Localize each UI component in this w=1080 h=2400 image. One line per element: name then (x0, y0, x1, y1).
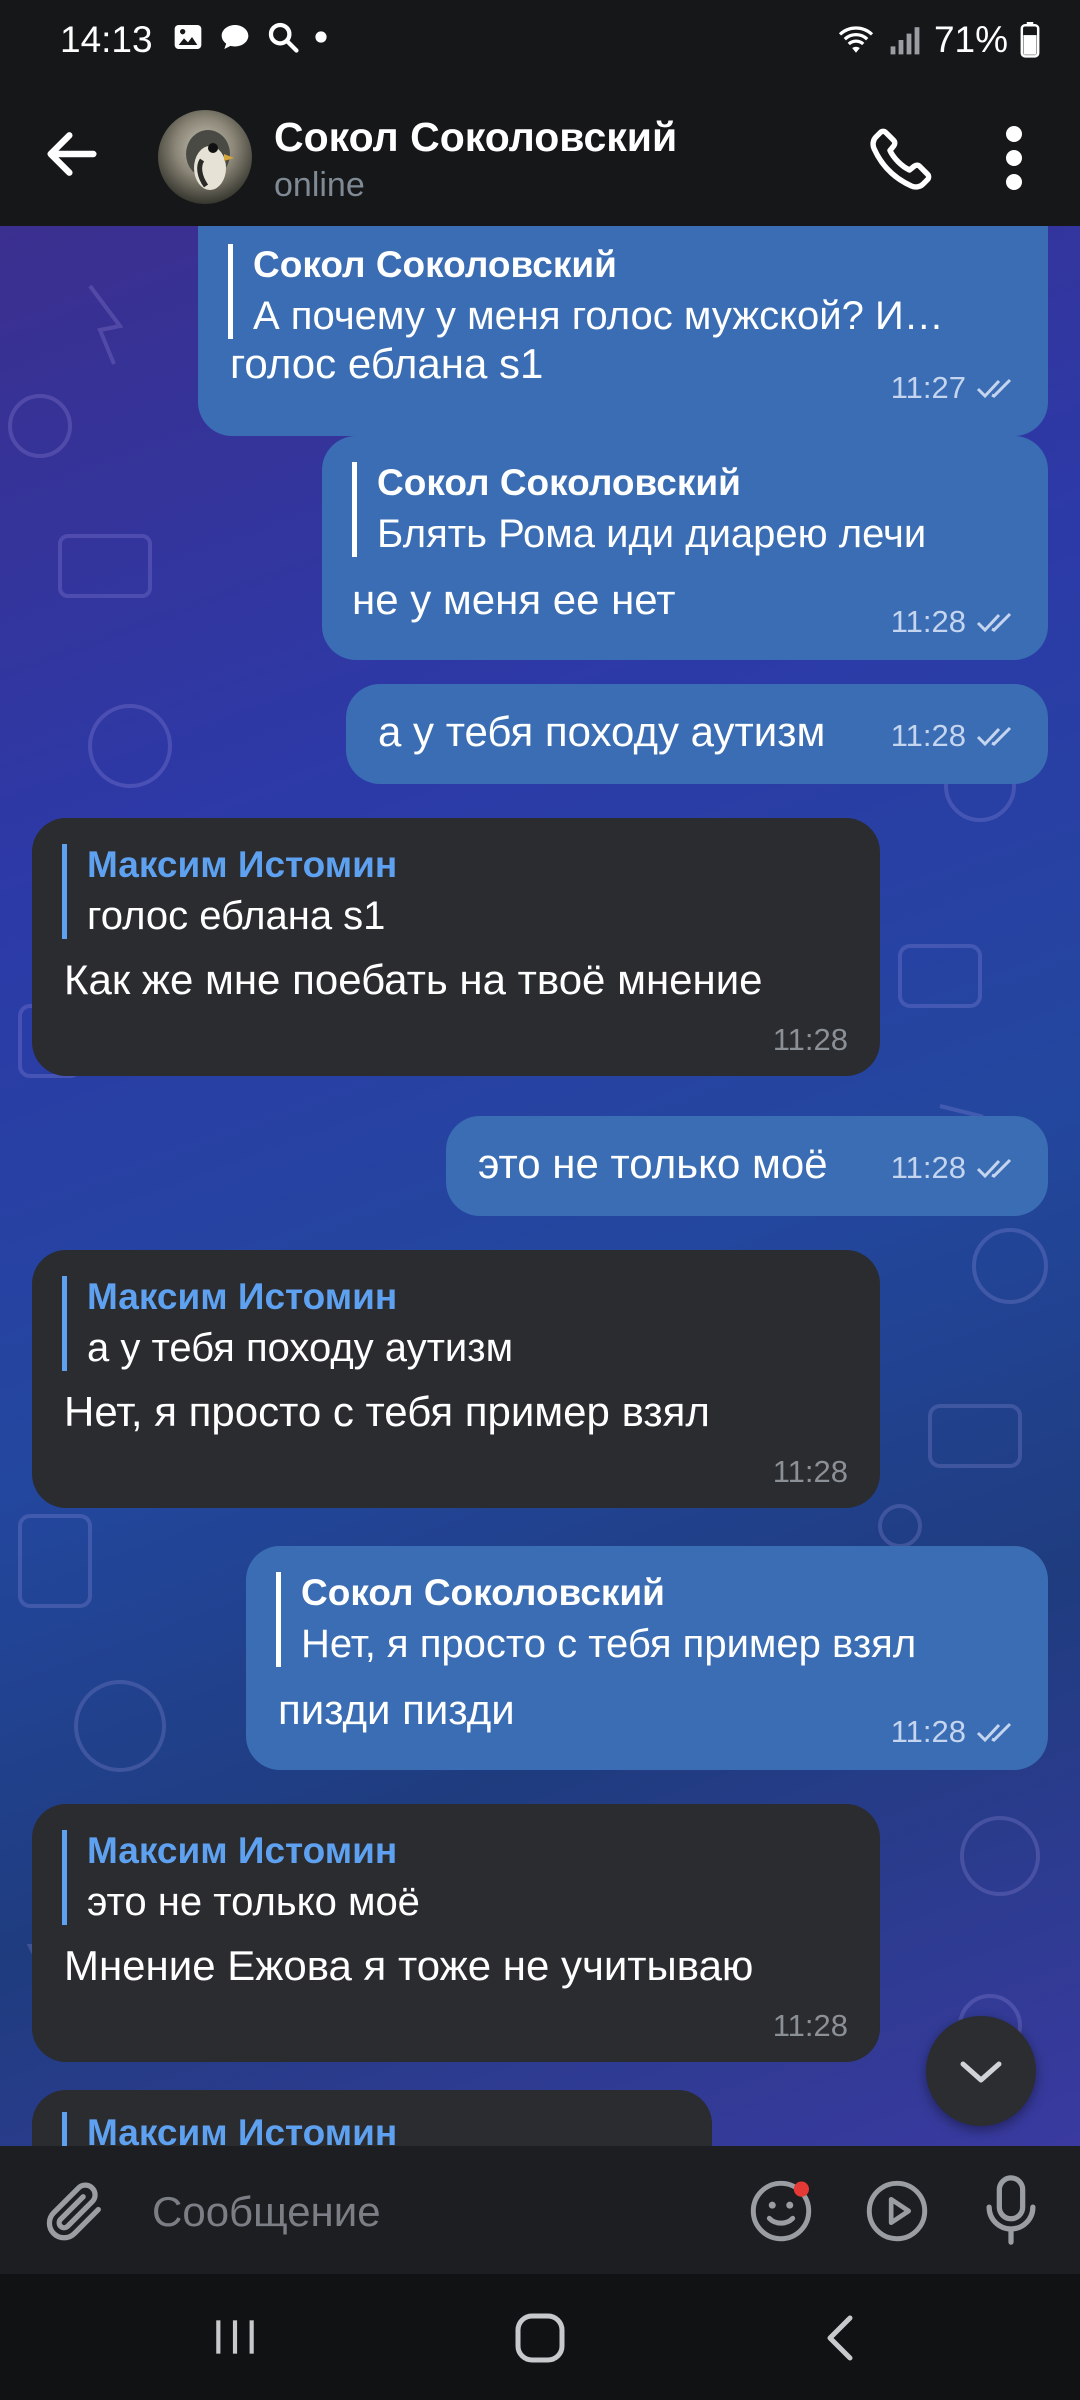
message-time: 11:28 (772, 1022, 848, 1057)
reply-quote[interactable]: Сокол Соколовский А почему у меня голос … (228, 244, 944, 339)
reply-quote[interactable]: Сокол Соколовский Блять Рома иди диарею … (352, 462, 926, 557)
reply-author: Максим Истомин (87, 844, 398, 885)
message-text: это не только моё (478, 1140, 828, 1187)
message-text: Мнение Ежова я тоже не учитываю (64, 1942, 754, 1989)
message-input[interactable] (150, 2176, 714, 2248)
signal-icon (890, 27, 920, 55)
message-input-bar (0, 2146, 1080, 2274)
reply-author: Максим Истомин (87, 2112, 398, 2146)
reply-quote[interactable]: Максим Истомин это не только моё (62, 1830, 420, 1925)
reply-text: Блять Рома иди диарею лечи (377, 512, 927, 556)
chevron-down-icon (960, 2061, 1002, 2083)
nav-back-icon[interactable] (818, 2310, 862, 2366)
message-bubble-incoming[interactable]: Максим Истомин голос еблана s1 Как же мн… (32, 818, 880, 1076)
message-time: 11:27 (890, 370, 966, 405)
message-time: 11:28 (890, 604, 966, 639)
reply-text: Нет, я просто с тебя пример взял (301, 1622, 917, 1666)
message-bubble-outgoing[interactable]: это не только моё 11:28 (446, 1116, 1048, 1216)
microphone-icon[interactable] (976, 2172, 1046, 2248)
double-check-icon (976, 726, 1012, 747)
chat-area[interactable]: Сокол Соколовский А почему у меня голос … (0, 226, 1080, 2146)
reply-text: а у тебя походу аутизм (87, 1326, 514, 1370)
message-time: 11:28 (772, 1454, 848, 1489)
message-text: не у меня ее нет (352, 576, 676, 623)
reply-quote[interactable]: Максим Истомин голос еблана s1 (62, 844, 397, 939)
double-check-icon (976, 612, 1012, 633)
home-icon[interactable] (510, 2310, 570, 2366)
message-text: а у тебя походу аутизм (378, 708, 826, 755)
message-time: 11:28 (890, 718, 966, 753)
scroll-down-button[interactable] (926, 2016, 1036, 2126)
chat-header: Сокол Соколовский online (0, 80, 1080, 226)
reply-text: А почему у меня голос мужской? И… (253, 294, 944, 338)
message-meta: 11:28 (773, 1454, 848, 1490)
reply-text: голос еблана s1 (87, 894, 386, 938)
sticker-emoji-icon (750, 2180, 812, 2242)
message-time: 11:28 (890, 1150, 966, 1185)
message-meta: 11:28 (891, 718, 1016, 754)
reply-quote[interactable]: Максим Истомин (62, 2112, 397, 2146)
paperclip-icon[interactable] (40, 2176, 110, 2246)
message-meta: 11:28 (773, 1022, 848, 1058)
reply-quote[interactable]: Сокол Соколовский Нет, я просто с тебя п… (276, 1572, 916, 1667)
message-text: пизди пизди (278, 1686, 515, 1733)
message-bubble-outgoing[interactable]: Сокол Соколовский А почему у меня голос … (198, 226, 1048, 436)
double-check-icon (976, 1158, 1012, 1179)
status-system-icons: 71% (836, 19, 1040, 61)
message-meta: 11:28 (891, 1150, 1016, 1186)
reply-author: Сокол Соколовский (377, 462, 741, 503)
message-bubble-incoming[interactable]: Максим Истомин (32, 2090, 712, 2146)
reply-quote[interactable]: Максим Истомин а у тебя походу аутизм (62, 1276, 513, 1371)
message-meta: 11:28 (891, 1714, 1016, 1750)
message-bubble-incoming[interactable]: Максим Истомин а у тебя походу аутизм Не… (32, 1250, 880, 1508)
chat-status: online (274, 166, 365, 204)
play-circle-icon[interactable] (862, 2176, 932, 2246)
reply-author: Сокол Соколовский (301, 1572, 665, 1613)
message-time: 11:28 (890, 1714, 966, 1749)
message-text: голос еблана s1 (230, 340, 544, 387)
more-vert-icon[interactable] (990, 122, 1038, 194)
status-time: 14:13 (60, 19, 153, 60)
message-bubble-outgoing[interactable]: а у тебя походу аутизм 11:28 (346, 684, 1048, 784)
status-notification-icons (172, 20, 328, 54)
reply-author: Максим Истомин (87, 1830, 398, 1871)
message-meta: 11:28 (891, 604, 1016, 640)
wifi-icon (838, 26, 874, 53)
recent-apps-icon[interactable] (210, 2312, 260, 2362)
message-bubble-outgoing[interactable]: Сокол Соколовский Нет, я просто с тебя п… (246, 1546, 1048, 1770)
message-bubble-incoming[interactable]: Максим Истомин это не только моё Мнение … (32, 1804, 880, 2062)
battery-icon (1020, 22, 1040, 58)
falcon-avatar-image (186, 130, 234, 190)
battery-percent: 71% (933, 19, 1008, 60)
phone-icon[interactable] (866, 122, 938, 194)
message-text: Нет, я просто с тебя пример взял (64, 1388, 710, 1435)
message-text: Как же мне поебать на твоё мнение (64, 956, 763, 1003)
message-meta: 11:28 (773, 2008, 848, 2044)
reply-text: это не только моё (87, 1880, 420, 1924)
dot-icon (315, 31, 327, 43)
emoji-button[interactable] (746, 2176, 816, 2246)
search-icon (268, 22, 299, 53)
system-navigation-bar (0, 2274, 1080, 2400)
message-meta: 11:27 (891, 370, 1016, 406)
reply-author: Сокол Соколовский (253, 244, 617, 285)
chat-title[interactable]: Сокол Соколовский (274, 114, 677, 161)
message-time: 11:28 (772, 2008, 848, 2043)
double-check-icon (976, 1722, 1012, 1743)
message-icon (221, 25, 249, 49)
status-bar: 14:13 71% (0, 0, 1080, 80)
double-check-icon (976, 378, 1012, 399)
gallery-icon (174, 25, 202, 49)
reply-author: Максим Истомин (87, 1276, 398, 1317)
message-bubble-outgoing[interactable]: Сокол Соколовский Блять Рома иди диарею … (322, 436, 1048, 660)
avatar[interactable] (158, 110, 252, 204)
back-arrow-icon[interactable] (40, 122, 104, 186)
